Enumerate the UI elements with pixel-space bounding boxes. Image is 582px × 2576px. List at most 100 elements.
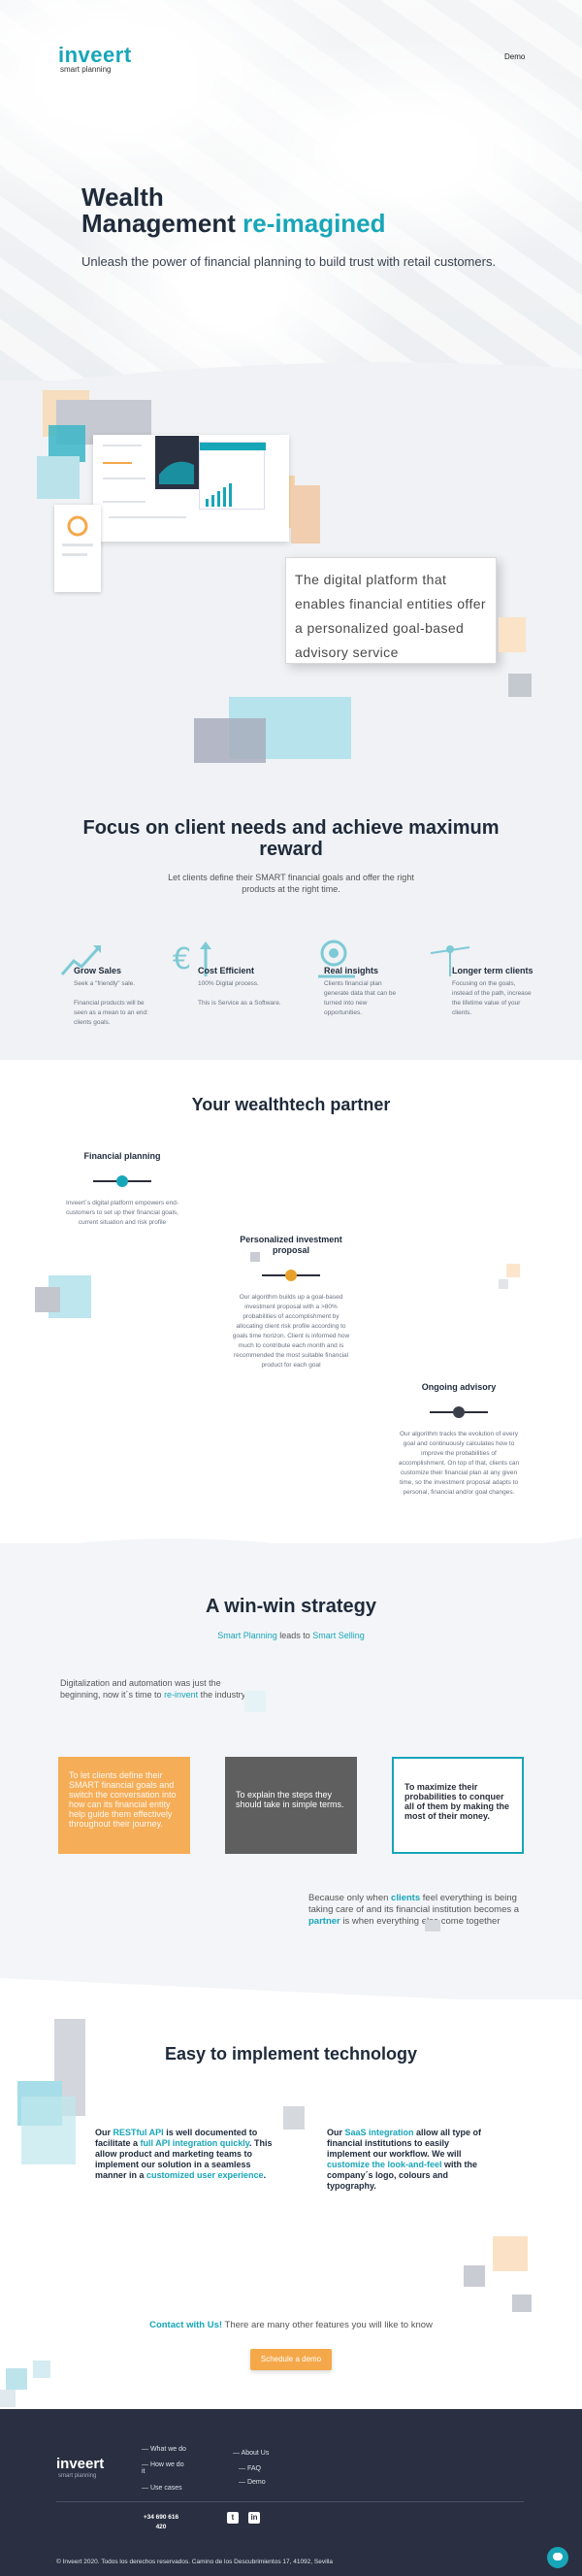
decor-square (499, 1279, 508, 1289)
wealthtech-column-title: Financial planning (83, 1151, 161, 1161)
wealthtech-line: personal, financial and/or goal changes. (403, 1489, 515, 1496)
chat-bubble-icon[interactable] (547, 2547, 568, 2568)
wealthtech-ongoing-advisory: Ongoing advisory Our algorithm tracks th… (390, 1382, 528, 1498)
feature-real-insights: Real insights Clients financial plan gen… (324, 966, 411, 1018)
hero-title-line1: Wealth (81, 182, 164, 212)
wealthtech-line: Our algorithm tracks the evolution of ev… (399, 1431, 519, 1437)
footer-link-label: FAQ (246, 2465, 261, 2472)
decor-square (21, 2097, 76, 2164)
section-wave (0, 1537, 582, 1563)
tech-accent: SaaS integration (344, 2128, 414, 2137)
hero-title: Wealth Management re-imagined (81, 184, 386, 237)
feature-line: clients. (452, 1009, 472, 1016)
winwin-subtitle-text: leads to (276, 1631, 313, 1640)
wealthtech-column-text: Our algorithm tracks the evolution of ev… (390, 1430, 528, 1498)
wealthtech-line: much to contribute each month and is (238, 1342, 344, 1349)
page: inveert smart planning Demo Wealth Manag… (0, 0, 582, 2576)
schedule-demo-button[interactable]: Schedule a demo (250, 2349, 332, 2370)
footer-link-label: Use cases (149, 2485, 182, 2492)
wealthtech-line: probabilities of accomplishment by (242, 1313, 340, 1320)
feature-line: Focusing on the goals, (452, 980, 516, 987)
footer-link-label: How we do it (142, 2461, 184, 2475)
winwin-closing-accent: clients (391, 1893, 421, 1903)
mockup-line (103, 501, 146, 503)
winwin-subtitle: Smart Planning leads to Smart Selling (0, 1631, 582, 1640)
winwin-card-explain-steps: To explain the steps they should take in… (225, 1757, 357, 1854)
wealthtech-line: goal and continuously calculates how to (403, 1440, 515, 1447)
decor-square (493, 2236, 528, 2271)
winwin-card-define-goals: To let clients define their SMART financ… (58, 1757, 190, 1854)
feature-line: Financial products will be (74, 1000, 145, 1007)
winwin-card-maximize: To maximize their probabilities to conqu… (392, 1757, 524, 1854)
feature-description: Clients financial plan generate data tha… (324, 979, 411, 1018)
twitter-icon[interactable]: t (227, 2512, 239, 2524)
feature-description: Focusing on the goals, instead of the pa… (452, 979, 541, 1018)
section-wave (0, 1978, 582, 2009)
tech-accent: customize the look-and-feel (327, 2160, 442, 2169)
decor-square (283, 2106, 305, 2130)
wealthtech-line: current situation and risk profile (78, 1219, 167, 1226)
mockup-card (199, 442, 266, 510)
proposal-slider (262, 1270, 320, 1281)
logo[interactable]: inveert smart planning (58, 43, 132, 74)
wealthtech-column-text: Inveert´s digital platform empowers end-… (54, 1199, 190, 1228)
feature-line: the lifetime value of your (452, 1000, 521, 1007)
mockup-line (103, 462, 132, 464)
tech-saas-text: Our SaaS integration allow all type of f… (327, 2128, 490, 2192)
mockup-line (109, 516, 186, 518)
wealthtech-line: accomplishment. On top of that, clients … (398, 1460, 520, 1467)
feature-line (74, 989, 161, 999)
feature-title: Grow Sales (74, 966, 122, 975)
footer-link-faq[interactable]: — FAQ (239, 2465, 261, 2472)
footer-logo[interactable]: inveert (56, 2456, 104, 2472)
contact-link[interactable]: Contact with Us! (149, 2320, 222, 2330)
feature-line: This is Service as a Software. (198, 1000, 281, 1007)
wealthtech-line: goals time horizon. Client is informed h… (232, 1333, 350, 1339)
feature-title: Longer term clients (452, 966, 534, 975)
smart-planning-link[interactable]: Smart Planning (217, 1631, 277, 1640)
decor-square (37, 456, 80, 499)
nav-demo-link[interactable]: Demo (504, 52, 525, 61)
footer-link-demo[interactable]: — Demo (239, 2479, 266, 2486)
hero-title-line2: Management re-imagined (81, 211, 386, 237)
decor-square (244, 1691, 266, 1712)
hero-title-word: Management (81, 209, 243, 238)
feature-line: Clients financial plan (324, 980, 382, 987)
wealthtech-column-text: Our algorithm builds up a goal-based inv… (223, 1293, 359, 1371)
mockup-line (103, 478, 146, 479)
footer-link-about-us[interactable]: — About Us (233, 2450, 269, 2457)
winwin-closing-text: is when everything else come together (340, 1916, 501, 1927)
decor-square (291, 485, 320, 544)
wealthtech-line: customize their financial plan at any gi… (400, 1470, 518, 1476)
feature-title: Real insights (324, 966, 379, 975)
footer-link-label: Demo (246, 2479, 266, 2486)
footer-phone[interactable]: +34 690 616 420 (142, 2513, 180, 2532)
footer (0, 2409, 582, 2576)
tech-text: Our (95, 2128, 113, 2137)
smart-selling-link[interactable]: Smart Selling (312, 1631, 365, 1640)
winwin-intro-text: the industry (198, 1690, 246, 1700)
contact-line: Contact with Us! There are many other fe… (0, 2320, 582, 2330)
feature-line: clients goals. (74, 1019, 111, 1026)
phone-mockup (54, 505, 101, 592)
feature-longer-term: Longer term clients Focusing on the goal… (452, 966, 541, 1018)
tech-api-text: Our RESTful API is well documented to fa… (95, 2128, 277, 2181)
decor-square (508, 674, 532, 697)
feature-description: 100% Digital process. This is Service as… (198, 979, 285, 1008)
wealthtech-line: product for each goal (261, 1362, 321, 1369)
footer-link-how-we-do-it[interactable]: — How we do it (142, 2461, 184, 2475)
footer-divider (56, 2501, 524, 2502)
feature-line: seen as a mean to an end: (74, 1009, 148, 1016)
winwin-card-text: To explain the steps they should take in… (236, 1790, 344, 1809)
tech-accent: RESTful API (113, 2128, 164, 2137)
footer-link-what-we-do[interactable]: — What we do (142, 2446, 186, 2453)
wealthtech-column-title: Personalized investment proposal (240, 1235, 342, 1255)
tech-accent: full API integration quickly (140, 2138, 250, 2148)
focus-title: Focus on client needs and achieve maximu… (82, 817, 500, 860)
linkedin-icon[interactable]: in (248, 2512, 260, 2524)
decor-square (512, 2295, 532, 2312)
decor-square (464, 2265, 485, 2287)
wealthtech-line: improve the probabilities of (421, 1450, 497, 1457)
footer-link-use-cases[interactable]: — Use cases (142, 2485, 182, 2492)
tech-text: . (263, 2170, 267, 2180)
